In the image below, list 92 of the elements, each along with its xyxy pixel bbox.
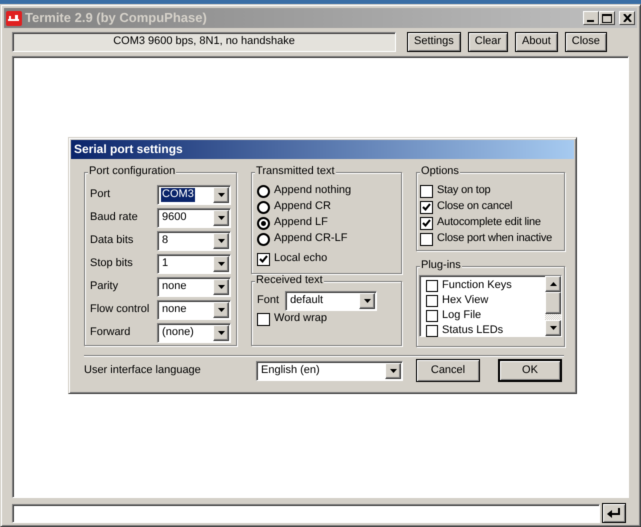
caret-icon xyxy=(364,299,371,303)
close-button[interactable] xyxy=(619,11,635,25)
caret-icon xyxy=(218,193,225,197)
language-label: User interface language xyxy=(84,364,202,378)
dropdown[interactable]: (none) xyxy=(157,323,232,343)
radio-label: Append nothing xyxy=(274,184,352,198)
dropdown-arrow-button[interactable] xyxy=(213,256,230,272)
field-label: Forward xyxy=(90,326,130,340)
dropdown-arrow-button[interactable] xyxy=(213,279,230,295)
dropdown-arrow-button[interactable] xyxy=(213,233,230,249)
dialog-button[interactable]: Cancel xyxy=(416,359,480,382)
caret-icon xyxy=(218,285,225,289)
dropdown[interactable]: default xyxy=(285,291,378,311)
radio-label: Append CR-LF xyxy=(274,232,348,246)
toolbar-button[interactable]: Clear xyxy=(468,32,508,52)
checkbox-label: Function Keys xyxy=(442,278,512,292)
checkbox-label: Close on cancel xyxy=(437,200,512,214)
dropdown[interactable]: 8 xyxy=(157,231,232,251)
enter-icon xyxy=(607,508,621,518)
window-title: Termite 2.9 (by CompuPhase) xyxy=(25,10,207,26)
group-title: Options xyxy=(420,166,460,177)
dropdown-arrow-button[interactable] xyxy=(385,362,401,378)
field-label: Parity xyxy=(90,280,118,294)
dropdown[interactable]: English (en) xyxy=(256,360,403,380)
checkbox[interactable] xyxy=(420,216,434,230)
toolbar-button[interactable]: Settings xyxy=(407,32,461,52)
minimize-button[interactable] xyxy=(583,11,599,25)
dialog-button[interactable]: OK xyxy=(498,359,562,382)
radio-label: Append LF xyxy=(274,216,328,230)
checkbox-label: Word wrap xyxy=(274,312,328,326)
dropdown-arrow-button[interactable] xyxy=(359,293,376,309)
group-title: Received text xyxy=(255,275,324,286)
maximize-button[interactable] xyxy=(599,11,615,25)
checkbox[interactable] xyxy=(420,184,434,198)
checkbox-label: Local echo xyxy=(274,252,328,266)
checkbox[interactable] xyxy=(426,280,438,292)
checkbox[interactable] xyxy=(426,324,438,336)
font-label: Font xyxy=(257,294,280,308)
toolbar-button[interactable]: Close xyxy=(564,32,607,52)
send-button[interactable] xyxy=(602,503,626,523)
checkbox[interactable] xyxy=(420,200,434,214)
caret-icon xyxy=(218,239,225,243)
caret-icon xyxy=(390,368,396,372)
checkbox-label: Hex View xyxy=(442,294,488,308)
dropdown-arrow-button[interactable] xyxy=(213,187,230,203)
checkbox[interactable] xyxy=(426,294,438,306)
dropdown-arrow-button[interactable] xyxy=(213,210,230,226)
up-arrow-icon xyxy=(550,282,556,286)
down-arrow-icon xyxy=(550,326,556,330)
field-label: Baud rate xyxy=(90,211,138,225)
field-label: Data bits xyxy=(90,234,134,248)
group-title: Transmitted text xyxy=(255,166,336,177)
app-icon xyxy=(6,10,22,26)
caret-icon xyxy=(218,331,225,335)
checkbox-label: Status LEDs xyxy=(442,324,504,338)
checkbox-label: Stay on top xyxy=(437,184,490,198)
radio-label: Append CR xyxy=(274,200,331,214)
dropdown[interactable]: 9600 xyxy=(157,208,232,228)
field-label: Port xyxy=(90,188,110,202)
dropdown[interactable]: none xyxy=(157,300,232,320)
scroll-up-button[interactable] xyxy=(545,276,561,292)
checkbox[interactable] xyxy=(257,252,270,266)
input-field[interactable] xyxy=(12,504,600,522)
checkbox-label: Log File xyxy=(442,308,482,322)
scroll-down-button[interactable] xyxy=(545,320,561,336)
checkbox[interactable] xyxy=(257,312,270,326)
radio-button[interactable] xyxy=(257,216,270,230)
checkbox-label: Close port when inactive xyxy=(437,232,552,246)
checkbox[interactable] xyxy=(420,232,434,246)
field-label: Flow control xyxy=(90,303,150,317)
dropdown[interactable]: COM3 xyxy=(157,185,232,205)
caret-icon xyxy=(218,262,225,266)
caret-icon xyxy=(218,216,225,220)
dropdown[interactable]: none xyxy=(157,277,232,297)
dropdown-arrow-button[interactable] xyxy=(213,302,230,318)
toolbar-button[interactable]: About xyxy=(515,32,558,52)
radio-button[interactable] xyxy=(257,232,270,246)
connection-status: COM3 9600 bps, 8N1, no handshake xyxy=(12,32,396,52)
close-icon xyxy=(622,14,632,22)
maximize-icon xyxy=(602,14,612,22)
dialog-title: Serial port settings xyxy=(71,140,574,159)
dropdown[interactable]: 1 xyxy=(157,254,232,274)
group-title: Port configuration xyxy=(88,166,176,177)
caret-icon xyxy=(218,308,225,312)
radio-button[interactable] xyxy=(257,184,270,198)
dropdown-arrow-button[interactable] xyxy=(213,325,230,341)
field-label: Stop bits xyxy=(90,257,133,271)
checkbox-label: Autocomplete edit line xyxy=(437,216,541,230)
checkbox[interactable] xyxy=(426,310,438,322)
radio-button[interactable] xyxy=(257,200,270,214)
scrollbar-thumb[interactable] xyxy=(545,292,561,314)
group-title: Plug-ins xyxy=(420,260,462,271)
